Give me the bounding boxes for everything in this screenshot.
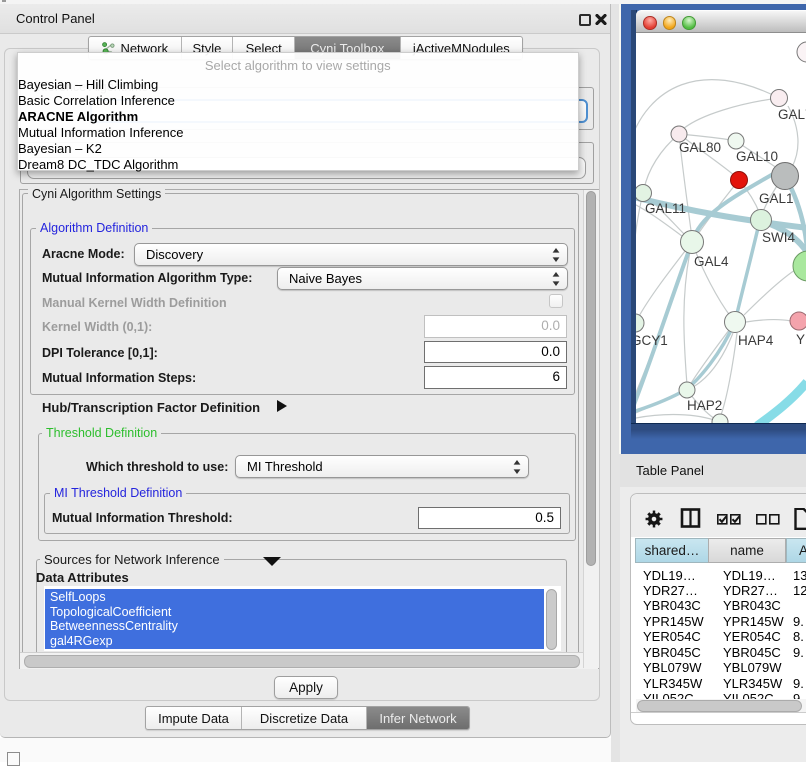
svg-text:YM: YM: [796, 332, 806, 347]
svg-text:HAP2: HAP2: [687, 398, 722, 413]
svg-text:GAL4: GAL4: [694, 254, 729, 269]
svg-text:GAL1: GAL1: [759, 191, 794, 206]
svg-text:GAL11: GAL11: [645, 201, 686, 216]
svg-text:GAL7: GAL7: [778, 107, 806, 122]
svg-text:SWI4: SWI4: [762, 230, 795, 245]
svg-text:GCY1: GCY1: [636, 333, 668, 348]
svg-text:GAL10: GAL10: [736, 149, 778, 164]
svg-text:GAL80: GAL80: [679, 140, 721, 155]
svg-text:HAP4: HAP4: [738, 333, 774, 348]
